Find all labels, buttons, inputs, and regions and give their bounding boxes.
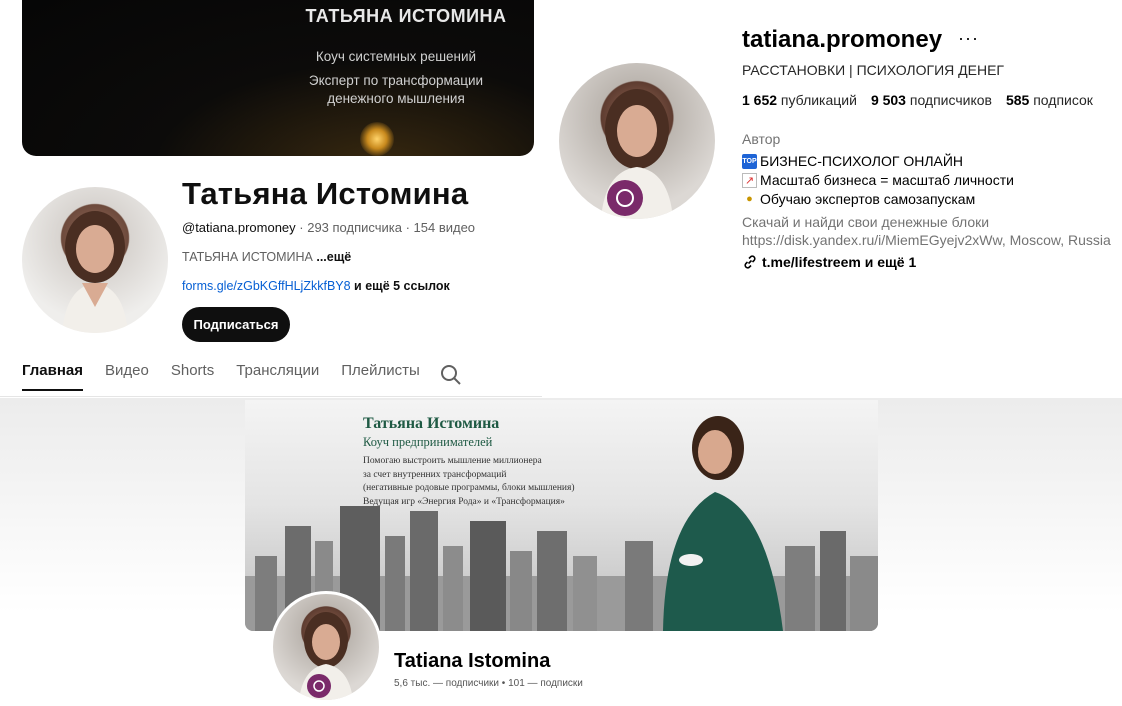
following-count[interactable]: 585 подписок [1006,92,1093,108]
banner-line-2: Эксперт по трансформации [308,73,484,88]
posts-label: публикаций [777,92,857,108]
bio-line: ● Обучаю экспертов самозапускам [742,190,1014,209]
youtube-channel-panel: ТАТЬЯНА ИСТОМИНА Коуч системных решений … [0,0,542,398]
vk-avatar[interactable] [270,591,382,703]
cover-portrait [663,416,783,631]
more-links[interactable]: и ещё 5 ссылок [351,279,450,293]
channel-banner: ТАТЬЯНА ИСТОМИНА Коуч системных решений … [22,0,534,156]
channel-avatar[interactable] [22,187,168,333]
description-more-link[interactable]: ...ещё [316,250,351,264]
vk-profile-meta[interactable]: 5,6 тыс. — подписчики • 101 — подписки [394,678,583,689]
link-icon [744,255,756,269]
instagram-profile-panel: tatiana.promoney ··· РАССТАНОВКИ | ПСИХО… [542,0,1122,398]
channel-stats: · 293 подписчика · 154 видео [295,220,476,235]
cover-title: Татьяна Истомина [363,415,500,432]
bio-text: БИЗНЕС-ПСИХОЛОГ ОНЛАЙН [760,153,964,169]
cover-text: Помогаю выстроить мышление миллионера за… [363,455,575,509]
vk-profile-name: Tatiana Istomina [394,650,551,672]
cover-text-line: Ведущая игр «Энергия Рода» и «Трансформа… [363,496,565,507]
bio-text: Масштаб бизнеса = масштаб личности [760,172,1014,188]
profile-extra: Скачай и найди свои денежные блоки https… [742,213,1111,249]
profile-category: РАССТАНОВКИ | ПСИХОЛОГИЯ ДЕНЕГ [742,62,1004,78]
followers-value: 9 503 [870,92,906,108]
extra-line-2[interactable]: https://disk.yandex.ru/i/MiemEGyejv2xWw,… [742,231,1111,249]
banner-title: ТАТЬЯНА ИСТОМИНА [305,6,507,26]
channel-handle: @tatiana.promoney [182,220,296,235]
channel-name: Татьяна Истомина [182,176,469,211]
banner-subtitle: Коуч системных решений Эксперт по трансф… [278,48,534,108]
channel-link[interactable]: forms.gle/zGbKGffHLjZkkfBY8 [182,279,351,293]
tabs-divider [0,396,542,397]
cover-text-line: за счет внутренних трансформаций [363,469,507,480]
banner-line-3: денежного мышления [327,91,465,106]
following-value: 585 [1005,92,1030,108]
search-icon[interactable] [440,364,462,386]
tab-home[interactable]: Главная [22,362,84,391]
profile-avatar[interactable] [559,63,715,219]
channel-links: forms.gle/zGbKGffHLjZkkfBY8 и ещё 5 ссыл… [182,279,450,293]
tab-videos[interactable]: Видео [105,362,149,389]
followers-count[interactable]: 9 503 подписчиков [871,92,992,108]
bio-text: Обучаю экспертов самозапускам [760,191,976,207]
vk-profile-panel: Татьяна Истомина Коуч предпринимателей П… [0,398,1122,706]
posts-value: 1 652 [742,92,778,108]
cover-subtitle: Коуч предпринимателей [363,435,493,449]
chart-increasing-icon: ↗ [742,173,757,188]
profile-link-text: t.me/lifestreem и ещё 1 [762,254,917,270]
bio-line: ↗ Масштаб бизнеса = масштаб личности [742,171,1014,190]
channel-description[interactable]: ТАТЬЯНА ИСТОМИНА ...ещё [182,250,351,264]
tab-shorts[interactable]: Shorts [171,362,214,389]
following-label: подписок [1029,92,1093,108]
cover-text-line: Помогаю выстроить мышление миллионера [363,456,542,466]
top-badge-icon: TOP [742,154,757,169]
tab-playlists[interactable]: Плейлисты [341,362,420,389]
profile-role: Автор [742,131,781,147]
channel-tabs: Главная Видео Shorts Трансляции Плейлист… [22,362,442,396]
profile-username: tatiana.promoney [742,26,943,53]
profile-link[interactable]: t.me/lifestreem и ещё 1 [742,254,916,270]
followers-label: подписчиков [905,92,992,108]
channel-meta: @tatiana.promoney · 293 подписчика · 154… [182,220,475,235]
more-options-icon[interactable]: ··· [958,28,979,49]
medal-icon: ● [746,193,753,205]
tab-live[interactable]: Трансляции [236,362,319,389]
profile-bio: TOP БИЗНЕС-ПСИХОЛОГ ОНЛАЙН ↗ Масштаб биз… [742,152,1014,209]
cover-text-line: (негативные родовые программы, блоки мыш… [363,483,575,493]
banner-glow [360,122,394,156]
description-text: ТАТЬЯНА ИСТОМИНА [182,250,317,264]
extra-line-1: Скачай и найди свои денежные блоки [742,214,990,230]
banner-line-1: Коуч системных решений [315,49,477,64]
posts-count[interactable]: 1 652 публикаций [742,92,857,108]
subscribe-button[interactable]: Подписаться [182,307,290,342]
bio-line: TOP БИЗНЕС-ПСИХОЛОГ ОНЛАЙН [742,152,1014,171]
profile-stats: 1 652 публикаций 9 503 подписчиков 585 п… [742,92,1093,108]
